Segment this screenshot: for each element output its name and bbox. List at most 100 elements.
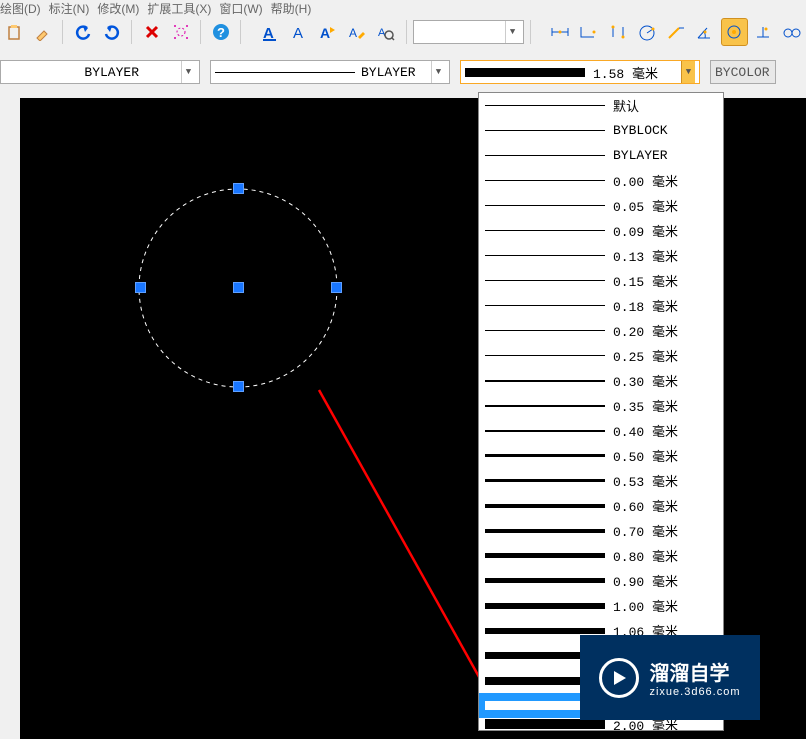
- lineweight-option[interactable]: 0.60 毫米: [479, 493, 723, 518]
- color-select[interactable]: BYCOLOR: [710, 60, 776, 84]
- lineweight-option-label: 0.15 毫米: [613, 271, 678, 290]
- lineweight-option-label: 0.00 毫米: [613, 171, 678, 190]
- explode-icon[interactable]: [167, 18, 194, 46]
- lineweight-option[interactable]: 0.18 毫米: [479, 293, 723, 318]
- dim-leader-icon[interactable]: [779, 18, 806, 46]
- lineweight-option-label: 0.60 毫米: [613, 496, 678, 515]
- lineweight-option[interactable]: BYLAYER: [479, 143, 723, 168]
- color-label: BYCOLOR: [715, 65, 770, 80]
- lineweight-option-label: BYLAYER: [613, 148, 668, 163]
- lineweight-option[interactable]: 0.00 毫米: [479, 168, 723, 193]
- watermark: 溜溜自学 zixue.3d66.com: [580, 635, 760, 720]
- lineweight-option[interactable]: 0.53 毫米: [479, 468, 723, 493]
- lineweight-option[interactable]: 默认: [479, 93, 723, 118]
- help-icon[interactable]: ?: [207, 18, 234, 46]
- linetype-label: BYLAYER: [361, 65, 416, 80]
- lineweight-option[interactable]: 0.09 毫米: [479, 218, 723, 243]
- grip-top[interactable]: [233, 183, 244, 194]
- text-a2-icon[interactable]: A: [286, 18, 313, 46]
- menu-draw[interactable]: 绘图(D): [0, 0, 41, 12]
- layer-select[interactable]: BYLAYER ▼: [0, 60, 200, 84]
- lineweight-option-label: 0.35 毫米: [613, 396, 678, 415]
- menu-window[interactable]: 窗口(W): [219, 0, 262, 12]
- grip-right[interactable]: [331, 282, 342, 293]
- lineweight-option-label: 0.80 毫米: [613, 546, 678, 565]
- lineweight-option-label: 0.05 毫米: [613, 196, 678, 215]
- lineweight-select[interactable]: 1.58 毫米 ▼: [460, 60, 700, 84]
- lineweight-option-label: 0.70 毫米: [613, 521, 678, 540]
- menu-modify[interactable]: 修改(M): [97, 0, 139, 12]
- lineweight-label: 1.58 毫米: [593, 63, 658, 82]
- dim-ordinate-icon[interactable]: [605, 18, 632, 46]
- svg-text:A: A: [263, 25, 274, 41]
- lineweight-option[interactable]: 0.15 毫米: [479, 268, 723, 293]
- svg-text:A: A: [320, 25, 330, 41]
- play-icon: [599, 658, 639, 698]
- lineweight-option-label: 0.25 毫米: [613, 346, 678, 365]
- lineweight-option-label: 0.18 毫米: [613, 296, 678, 315]
- grip-left[interactable]: [135, 282, 146, 293]
- chevron-down-icon: ▼: [681, 61, 695, 83]
- chevron-down-icon: ▼: [431, 61, 445, 83]
- lineweight-option[interactable]: 0.25 毫米: [479, 343, 723, 368]
- property-bar: BYLAYER ▼ BYLAYER ▼ 1.58 毫米 ▼ BYCOLOR: [0, 52, 806, 92]
- lineweight-option-label: BYBLOCK: [613, 123, 668, 138]
- svg-text:A: A: [349, 26, 357, 40]
- watermark-url: zixue.3d66.com: [649, 686, 740, 698]
- lineweight-option[interactable]: 0.80 毫米: [479, 543, 723, 568]
- lineweight-option[interactable]: 0.30 毫米: [479, 368, 723, 393]
- lineweight-option[interactable]: 0.05 毫米: [479, 193, 723, 218]
- main-toolbar: ? A A A A A ▼: [0, 12, 806, 52]
- linetype-preview: [215, 72, 355, 73]
- lineweight-option-label: 0.53 毫米: [613, 471, 678, 490]
- chevron-down-icon: ▼: [181, 61, 195, 83]
- undo-icon[interactable]: [69, 18, 96, 46]
- linetype-select[interactable]: BYLAYER ▼: [210, 60, 450, 84]
- dim-center-icon[interactable]: [750, 18, 777, 46]
- lineweight-option-label: 1.00 毫米: [613, 596, 678, 615]
- text-style-icon[interactable]: A: [315, 18, 342, 46]
- menu-bar: 绘图(D) 标注(N) 修改(M) 扩展工具(X) 窗口(W) 帮助(H): [0, 0, 806, 12]
- svg-text:?: ?: [217, 25, 225, 40]
- dim-radius-icon[interactable]: [634, 18, 661, 46]
- lineweight-option[interactable]: 0.20 毫米: [479, 318, 723, 343]
- dim-linear-icon[interactable]: [547, 18, 574, 46]
- lineweight-option-label: 0.09 毫米: [613, 221, 678, 240]
- lineweight-option-label: 0.90 毫米: [613, 571, 678, 590]
- textstyle-combo[interactable]: ▼: [413, 20, 524, 44]
- menu-help[interactable]: 帮助(H): [271, 0, 312, 12]
- dim-diameter-icon[interactable]: [663, 18, 690, 46]
- lineweight-option-label: 0.50 毫米: [613, 446, 678, 465]
- lineweight-option[interactable]: 0.40 毫米: [479, 418, 723, 443]
- lineweight-preview: [465, 68, 585, 77]
- lineweight-option[interactable]: BYBLOCK: [479, 118, 723, 143]
- dim-angular-icon[interactable]: [692, 18, 719, 46]
- redo-icon[interactable]: [98, 18, 125, 46]
- lineweight-option[interactable]: 0.13 毫米: [479, 243, 723, 268]
- text-edit-icon[interactable]: A: [344, 18, 371, 46]
- menu-extend[interactable]: 扩展工具(X): [147, 0, 211, 12]
- lineweight-option[interactable]: 1.00 毫米: [479, 593, 723, 618]
- lineweight-option-label: 0.13 毫米: [613, 246, 678, 265]
- text-find-icon[interactable]: A: [373, 18, 400, 46]
- match-prop-icon[interactable]: [29, 18, 56, 46]
- lineweight-option-label: 0.20 毫米: [613, 321, 678, 340]
- text-a1-icon[interactable]: A: [257, 18, 284, 46]
- menu-dimension[interactable]: 标注(N): [49, 0, 90, 12]
- annotation-arrow: [319, 390, 488, 693]
- svg-text:A: A: [293, 25, 303, 41]
- lineweight-option[interactable]: 0.35 毫米: [479, 393, 723, 418]
- delete-icon[interactable]: [138, 18, 165, 46]
- lineweight-option[interactable]: 0.70 毫米: [479, 518, 723, 543]
- lineweight-option[interactable]: 0.50 毫米: [479, 443, 723, 468]
- layer-label: BYLAYER: [84, 65, 139, 80]
- paste-icon[interactable]: [0, 18, 27, 46]
- watermark-title: 溜溜自学: [649, 657, 740, 686]
- lineweight-option[interactable]: 0.90 毫米: [479, 568, 723, 593]
- canvas-side-toolbar: [0, 98, 20, 739]
- grip-bottom[interactable]: [233, 381, 244, 392]
- lineweight-option-label: 默认: [613, 96, 639, 115]
- grip-center[interactable]: [233, 282, 244, 293]
- dim-arc-icon[interactable]: [721, 18, 748, 46]
- dim-aligned-icon[interactable]: [576, 18, 603, 46]
